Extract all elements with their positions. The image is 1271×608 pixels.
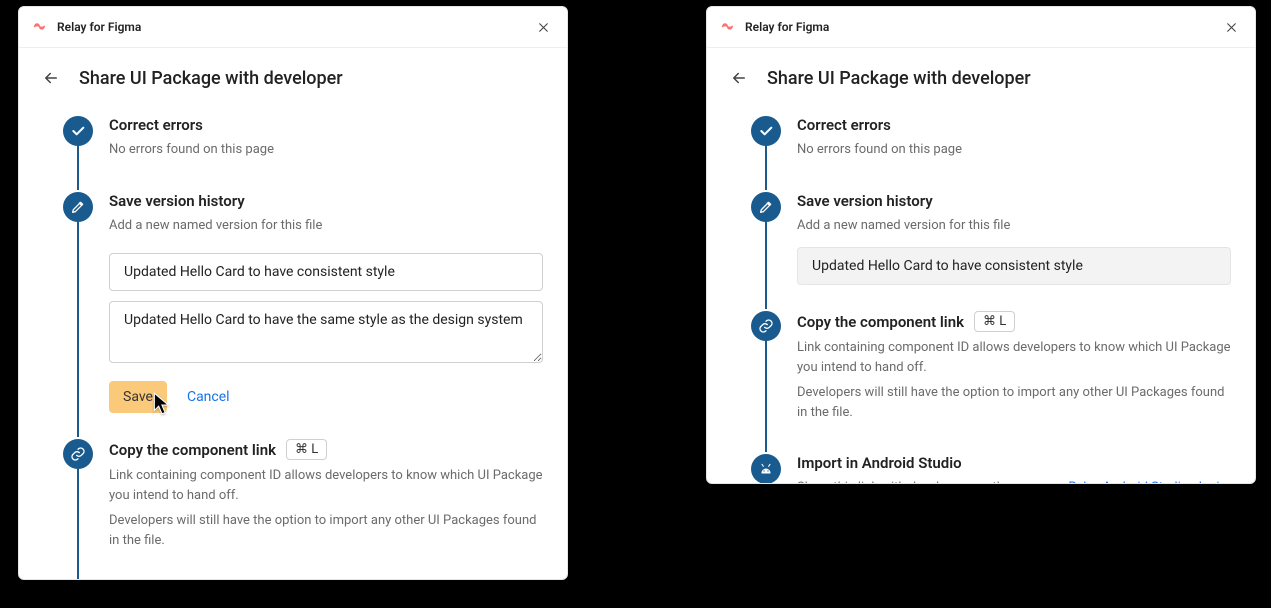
version-description-input[interactable]: Updated Hello Card to have the same styl…: [109, 301, 543, 363]
step-connector: [765, 220, 767, 310]
step-desc: Add a new named version for this file: [109, 216, 543, 236]
step-correct-errors: Correct errors No errors found on this p…: [751, 116, 1231, 188]
step-desc: Link containing component ID allows deve…: [797, 338, 1231, 377]
page-title: Share UI Package with developer: [767, 68, 1031, 89]
page-title-row: Share UI Package with developer: [19, 48, 567, 102]
step-copy-link: Copy the component link ⌘ L Link contain…: [63, 439, 543, 578]
step-save-version: Save version history Add a new named ver…: [63, 192, 543, 436]
pencil-icon: [63, 192, 93, 222]
step-connector: [77, 220, 79, 438]
step-connector: [765, 339, 767, 452]
arrow-left-icon: [730, 69, 748, 87]
pencil-icon: [751, 192, 781, 222]
shortcut-badge: ⌘ L: [974, 311, 1015, 332]
saved-version-readonly[interactable]: Updated Hello Card to have consistent st…: [797, 247, 1231, 285]
step-desc: No errors found on this page: [109, 140, 543, 160]
step-connector: [77, 144, 79, 190]
brand-label: Relay for Figma: [57, 20, 533, 34]
shortcut-badge: ⌘ L: [286, 439, 327, 460]
dialog-left: Relay for Figma Share UI Package with de…: [18, 6, 568, 580]
step-title: Correct errors: [797, 116, 1231, 134]
step-desc: No errors found on this page: [797, 140, 1231, 160]
button-row: Save Cancel: [109, 381, 543, 413]
step-desc: Developers will still have the option to…: [797, 383, 1231, 422]
page-title-row: Share UI Package with developer: [707, 48, 1255, 102]
step-copy-link: Copy the component link ⌘ L Link contain…: [751, 311, 1231, 450]
close-icon: [1225, 21, 1238, 34]
check-icon: [751, 116, 781, 146]
step-import-android: Import in Android Studio Share this link…: [751, 454, 1231, 484]
panel-header: Relay for Figma: [19, 7, 567, 48]
android-icon: [751, 454, 781, 484]
save-button[interactable]: Save: [109, 381, 167, 413]
panel-header: Relay for Figma: [707, 7, 1255, 48]
step-title: Correct errors: [109, 116, 543, 134]
check-icon: [63, 116, 93, 146]
steps: Correct errors No errors found on this p…: [707, 102, 1255, 484]
steps: Correct errors No errors found on this p…: [19, 102, 567, 580]
relay-plugin-link[interactable]: Relay Android Studio plugin: [1068, 480, 1226, 484]
back-button[interactable]: [39, 66, 63, 90]
close-icon: [537, 21, 550, 34]
step-save-version: Save version history Add a new named ver…: [751, 192, 1231, 308]
arrow-left-icon: [42, 69, 60, 87]
page-title: Share UI Package with developer: [79, 68, 343, 89]
step-connector: [765, 144, 767, 190]
step-title: Save version history: [109, 192, 543, 210]
link-icon: [751, 311, 781, 341]
step-title-text: Copy the component link: [797, 313, 964, 331]
dialog-right: Relay for Figma Share UI Package with de…: [706, 6, 1256, 484]
step-desc: Add a new named version for this file: [797, 216, 1231, 236]
step-desc: Developers will still have the option to…: [109, 511, 543, 550]
back-button[interactable]: [727, 66, 751, 90]
cancel-button[interactable]: Cancel: [187, 389, 230, 405]
step-desc: Link containing component ID allows deve…: [109, 466, 543, 505]
close-button[interactable]: [1221, 17, 1241, 37]
step-connector: [77, 467, 79, 580]
version-title-input[interactable]: [109, 253, 543, 291]
desc-text: Share this link with developers so they …: [797, 480, 1068, 484]
brand-label: Relay for Figma: [745, 20, 1221, 34]
step-title: Copy the component link ⌘ L: [797, 311, 1231, 332]
step-title: Copy the component link ⌘ L: [109, 439, 543, 460]
relay-logo-icon: [33, 19, 49, 35]
step-desc: Share this link with developers so they …: [797, 478, 1231, 484]
step-title: Save version history: [797, 192, 1231, 210]
step-title: Import in Android Studio: [797, 454, 1231, 472]
link-icon: [63, 439, 93, 469]
close-button[interactable]: [533, 17, 553, 37]
step-title-text: Copy the component link: [109, 441, 276, 459]
relay-logo-icon: [721, 19, 737, 35]
step-correct-errors: Correct errors No errors found on this p…: [63, 116, 543, 188]
